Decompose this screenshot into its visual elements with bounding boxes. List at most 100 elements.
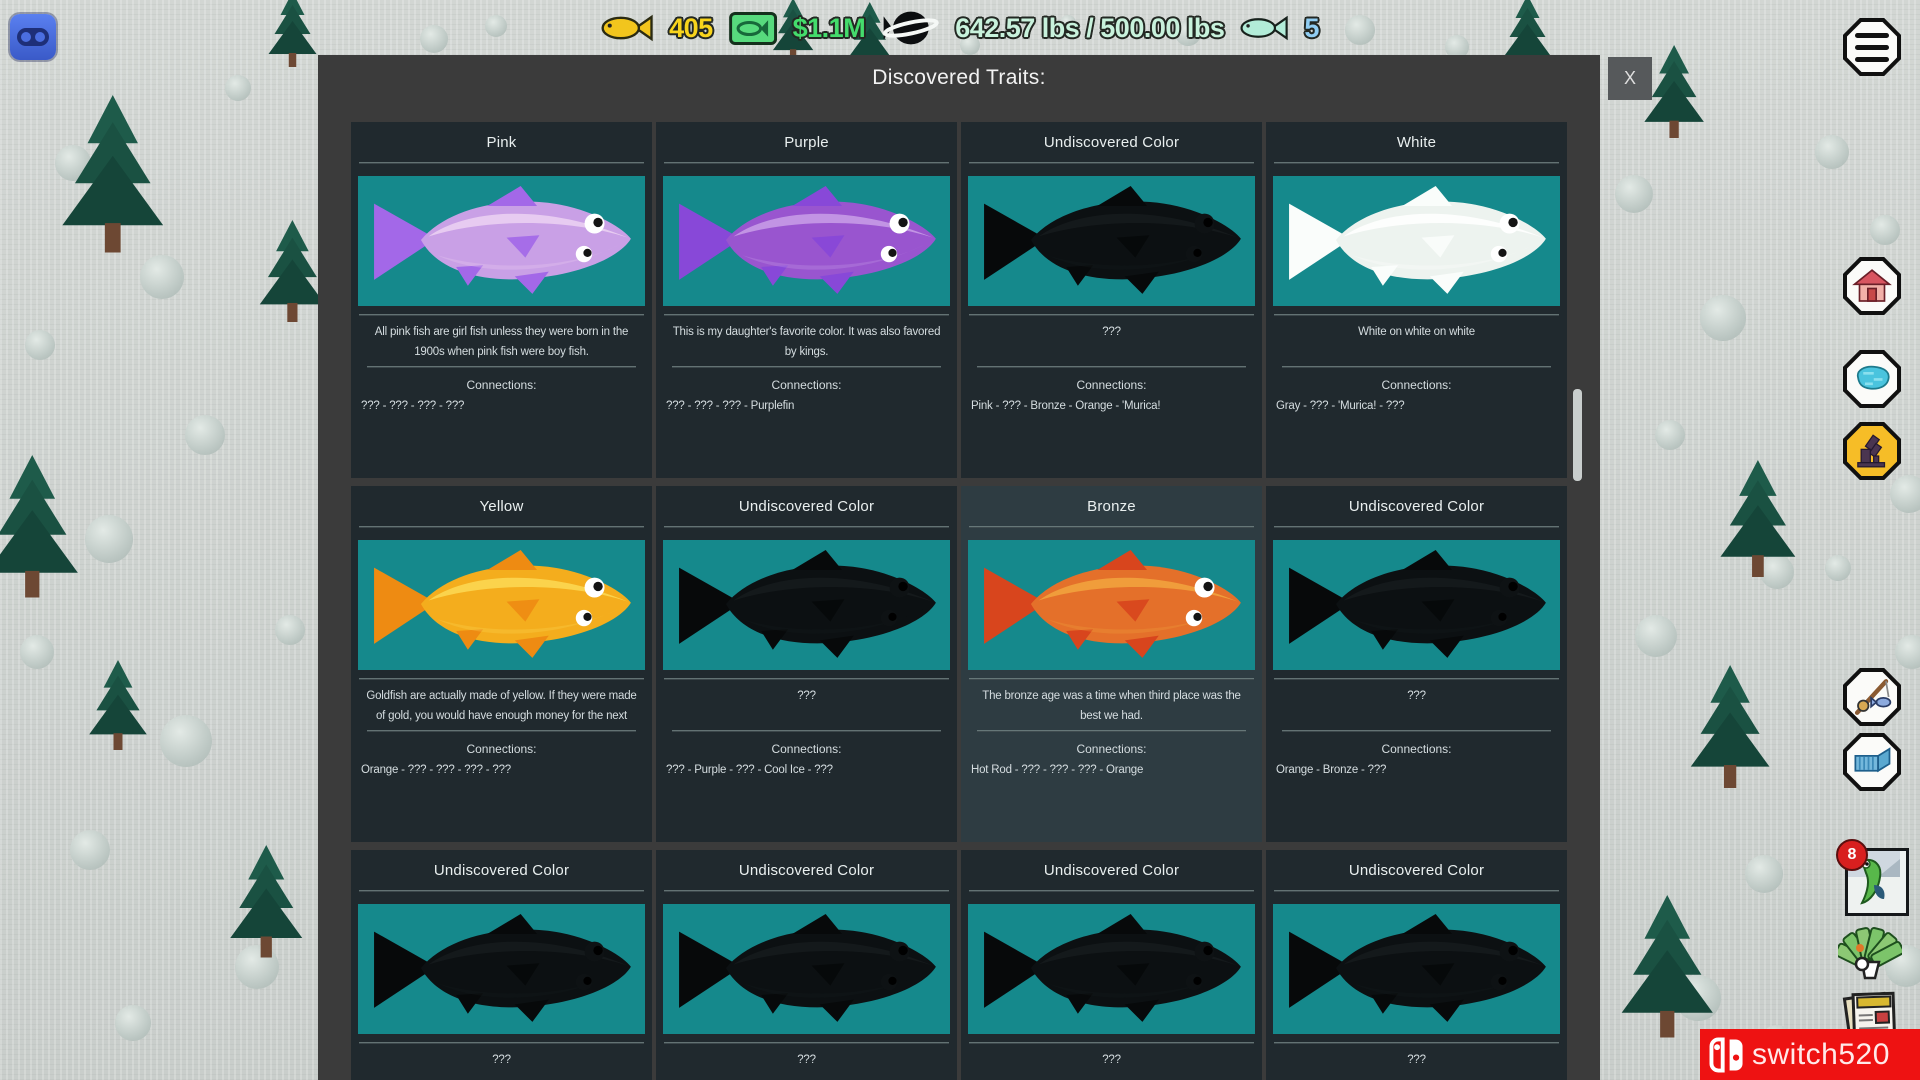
trait-card[interactable]: White White on white on white Connections… [1266,122,1567,478]
pine-tree [85,660,151,751]
trait-description: ??? [351,1050,652,1080]
trait-description: ??? [656,1050,957,1080]
trait-card[interactable]: Undiscovered Color ???Connections: [961,850,1262,1080]
fish-image [663,540,950,670]
menu-icon [1855,33,1889,62]
lake-map-button[interactable] [1843,350,1901,408]
microscope-icon [1852,431,1892,471]
trait-card[interactable]: Purple This is my daughter's favorite co… [656,122,957,478]
trait-card[interactable]: Undiscovered Color ??? Connections: ??? - … [656,486,957,842]
trait-description: ??? [961,322,1262,366]
fish-image [358,176,645,306]
fishing-rod-icon [1851,676,1893,718]
goldfish-icon [601,13,653,43]
pine-tree [225,845,308,959]
pine-tree [1715,460,1801,579]
connections-list: ??? - ??? - ??? - Purplefin [656,400,957,412]
trait-title: Undiscovered Color [656,486,957,526]
fish-image [968,904,1255,1034]
app-icon[interactable] [10,14,56,60]
snowball [1870,215,1900,245]
scrollbar[interactable] [1573,55,1582,1080]
ringed-fish-icon [881,7,939,49]
trait-description: White on white on white [1266,322,1567,366]
fish-image [1273,904,1560,1034]
snowball [1700,295,1746,341]
menu-button[interactable] [1843,18,1901,76]
trait-title: Bronze [961,486,1262,526]
snowball [1635,615,1677,657]
connections-label: Connections: [656,742,957,756]
trait-card[interactable]: Undiscovered Color ???Connections: [351,850,652,1080]
snowball [1655,420,1685,450]
fish-image [1273,540,1560,670]
money-card-icon [729,12,777,45]
snowball [225,75,251,101]
pine-tree [1685,665,1775,790]
home-icon [1852,266,1892,306]
snowball [1895,635,1920,669]
trait-title: Undiscovered Color [656,850,957,890]
trait-title: Undiscovered Color [1266,850,1567,890]
trait-title: Undiscovered Color [961,122,1262,162]
pine-tree [55,95,171,255]
fence-icon [1851,741,1893,783]
trait-title: White [1266,122,1567,162]
trait-title: Undiscovered Color [1266,486,1567,526]
fence-button[interactable] [1843,733,1901,791]
card-fan-button[interactable] [1838,918,1902,984]
pine-tree [0,455,85,599]
snowball [160,715,212,767]
snowball [85,515,133,563]
microscope-button[interactable] [1843,422,1901,480]
scrollbar-thumb[interactable] [1573,389,1582,481]
fishing-rod-button[interactable] [1843,668,1901,726]
connections-list: Orange - ??? - ??? - ??? - ??? [351,764,652,776]
trait-card[interactable]: Undiscovered Color ???Connections: [656,850,957,1080]
panel-title: Discovered Traits: [318,66,1600,90]
trait-card[interactable]: Pink All pink fish are girl fish unless … [351,122,652,478]
home-button[interactable] [1843,257,1901,315]
trait-card[interactable]: Undiscovered Color ???Connections: [1266,850,1567,1080]
fish-image [968,540,1255,670]
snowball [1615,175,1653,213]
lake-map-icon [1851,358,1893,400]
connections-list: Pink - ??? - Bronze - Orange - 'Murica! [961,400,1262,412]
connections-label: Connections: [656,378,957,392]
snowball [1745,855,1783,893]
goggles-icon [17,28,49,46]
trait-title: Yellow [351,486,652,526]
trait-card[interactable]: Bronze The bronze age was a time when th… [961,486,1262,842]
connections-label: Connections: [961,378,1262,392]
trait-card[interactable]: Undiscovered Color ??? Connections: Pink -… [961,122,1262,478]
connections-list: Orange - Bronze - ??? [1266,764,1567,776]
connections-label: Connections: [1266,378,1567,392]
resource-hud: 405 $1.1M 642.57 lbs / 500.00 lbs 5 [601,6,1319,50]
connections-label: Connections: [351,742,652,756]
snowball [25,330,55,360]
connections-list: ??? - Purple - ??? - Cool Ice - ??? [656,764,957,776]
connections-label: Connections: [351,378,652,392]
bait-count: 5 [1304,13,1319,44]
pine-tree [265,0,320,68]
coin-count: 405 [669,13,713,44]
snowball [1890,475,1920,513]
snowball [1345,15,1375,45]
connections-list: ??? - ??? - ??? - ??? [351,400,652,412]
fish-image [663,904,950,1034]
trait-description: ??? [656,686,957,730]
close-button[interactable]: X [1608,57,1652,100]
fish-card-button[interactable]: 8 [1845,848,1909,916]
fish-image [968,176,1255,306]
switch-logo-icon [1708,1036,1746,1074]
snowball [1825,555,1851,581]
watermark-banner: switch520 [1700,1029,1920,1080]
fish-image [358,540,645,670]
money-amount: $1.1M [793,13,866,44]
trait-card[interactable]: Yellow Goldfish are actually made of yel… [351,486,652,842]
pine-tree [1615,895,1720,1039]
trait-description: ??? [1266,1050,1567,1080]
trait-description: Goldfish are actually made of yellow. If… [351,686,652,730]
trait-card[interactable]: Undiscovered Color ???Connections:Orange… [1266,486,1567,842]
snowball [1815,135,1849,169]
